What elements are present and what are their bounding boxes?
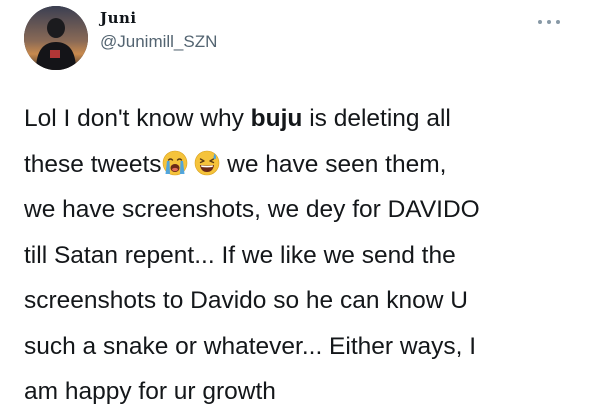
author-names: Juni @Junimill_SZN <box>100 8 217 54</box>
text-segment: we have seen them, <box>220 150 447 178</box>
tweet-text: Lol I don't know why buju is deleting al… <box>24 96 574 415</box>
user-handle[interactable]: @Junimill_SZN <box>100 30 217 54</box>
tweet-line: Lol I don't know why buju is deleting al… <box>24 96 574 142</box>
bold-mention-text: buju <box>250 105 303 132</box>
dot <box>538 20 542 24</box>
tweet-line: am happy for ur growth <box>24 378 276 405</box>
tweet-line: we have screenshots, we dey for DAVIDO <box>24 196 480 223</box>
tweet-header: Juni @Junimill_SZN <box>24 0 566 76</box>
text-segment: these tweets <box>24 150 162 178</box>
tweet-line: such a snake or whatever... Either ways,… <box>24 332 477 360</box>
text-segment: is deleting all <box>302 105 451 132</box>
more-options-icon[interactable] <box>538 18 560 26</box>
text-segment: Lol I don't know why <box>24 105 251 132</box>
dot <box>547 20 551 24</box>
avatar[interactable] <box>24 6 88 70</box>
tweet-line: till Satan repent... If we like we send … <box>24 241 456 269</box>
display-name[interactable]: Juni <box>100 8 217 28</box>
dot <box>556 20 560 24</box>
tweet-line: these tweets we have seen them, <box>24 142 574 188</box>
tweet-card: Juni @Junimill_SZN Lol I don't know why … <box>0 0 590 420</box>
grinning-squinting-sweat-face-icon <box>194 150 220 176</box>
tweet-line: screenshots to Davido so he can know U <box>24 287 468 314</box>
loudly-crying-face-icon <box>162 150 188 176</box>
